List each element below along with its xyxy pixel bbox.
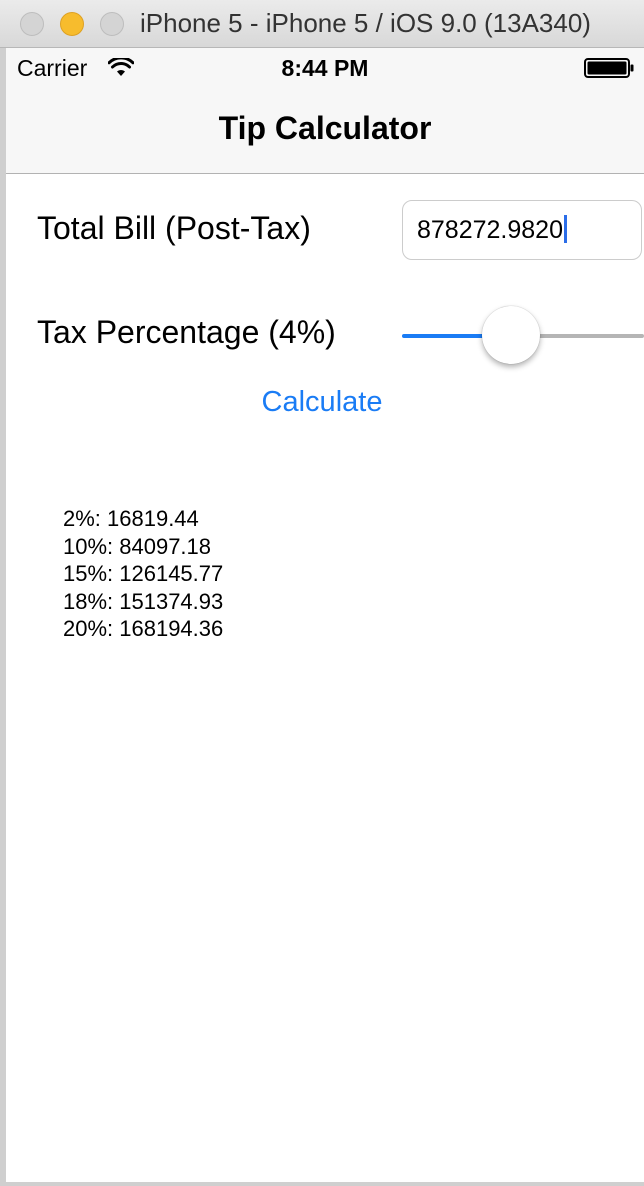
navigation-bar: Tip Calculator xyxy=(6,88,644,174)
window-title-bar: iPhone 5 - iPhone 5 / iOS 9.0 (13A340) xyxy=(0,0,644,48)
total-bill-label: Total Bill (Post-Tax) xyxy=(37,210,311,246)
battery-icon xyxy=(584,58,634,78)
total-bill-value: 878272.9820 xyxy=(417,215,567,245)
window-zoom-button[interactable] xyxy=(100,12,124,36)
status-bar: Carrier 8:44 PM xyxy=(6,48,644,88)
tip-result-line: 2%: 16819.44 xyxy=(63,506,199,531)
text-cursor xyxy=(563,215,567,243)
total-bill-input[interactable]: 878272.9820 xyxy=(402,200,642,260)
tip-results-list: 2%: 16819.44 10%: 84097.18 15%: 126145.7… xyxy=(63,505,223,643)
tax-percentage-slider[interactable] xyxy=(402,306,644,366)
calculate-button[interactable]: Calculate xyxy=(0,386,644,419)
window-minimize-button[interactable] xyxy=(60,12,84,36)
window-edge xyxy=(0,48,6,1186)
slider-thumb[interactable] xyxy=(481,306,540,364)
tip-result-line: 15%: 126145.77 xyxy=(63,561,224,586)
window-title: iPhone 5 - iPhone 5 / iOS 9.0 (13A340) xyxy=(140,8,591,38)
tax-percentage-label: Tax Percentage (4%) xyxy=(37,314,336,350)
page-title: Tip Calculator xyxy=(218,110,432,146)
tip-result-line: 10%: 84097.18 xyxy=(63,533,212,559)
simulator-window: iPhone 5 - iPhone 5 / iOS 9.0 (13A340) C… xyxy=(0,0,644,1186)
tip-result-line: 20%: 168194.36 xyxy=(63,616,224,641)
window-close-button[interactable] xyxy=(20,12,44,36)
tip-result-line: 18%: 151374.93 xyxy=(63,588,224,614)
status-time: 8:44 PM xyxy=(281,55,369,81)
window-bottom-edge xyxy=(0,1182,644,1186)
